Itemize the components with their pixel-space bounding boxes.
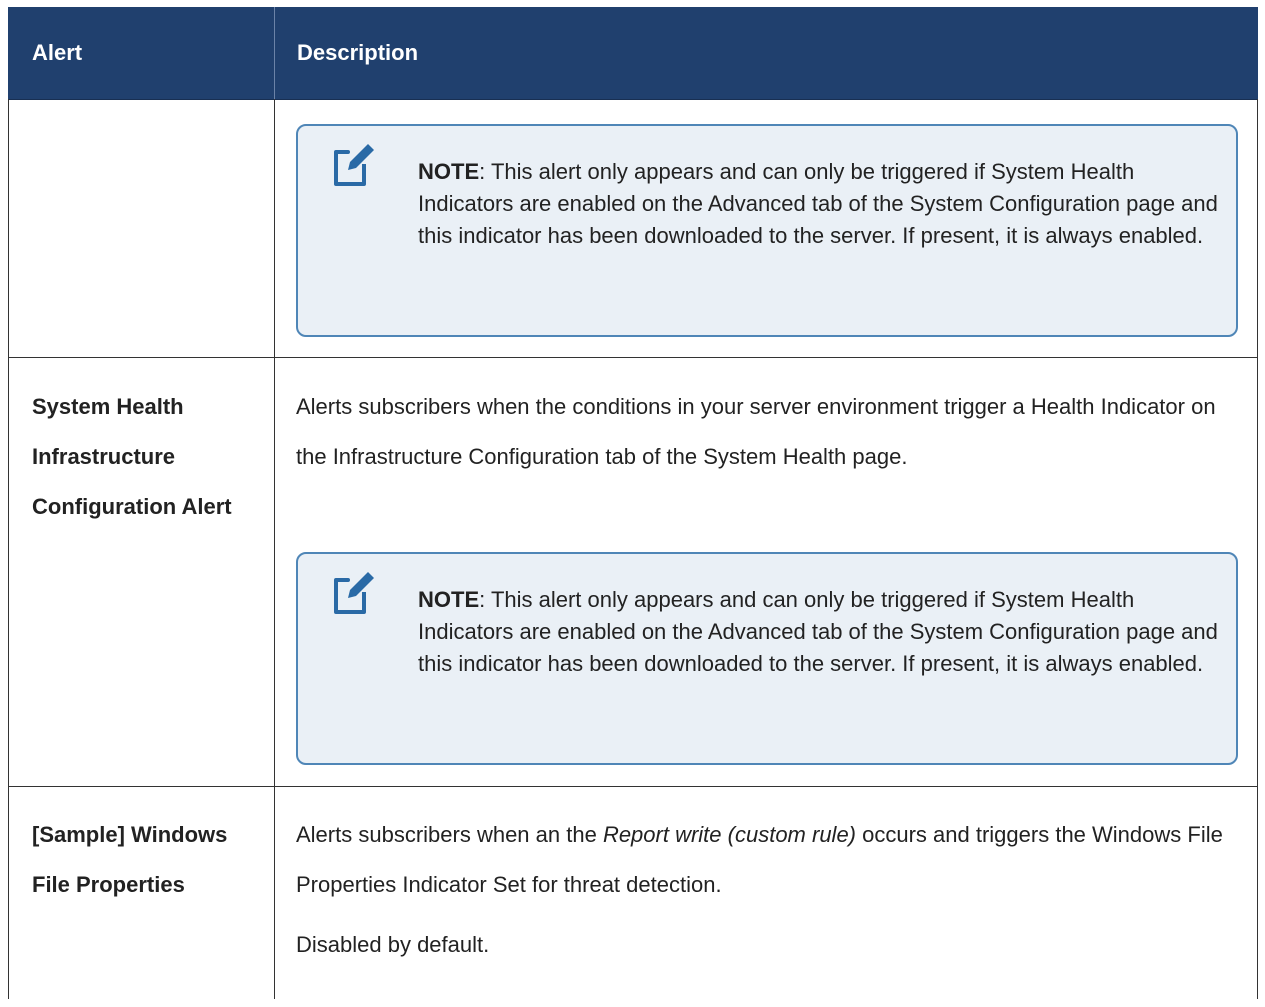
table-right-border	[1257, 99, 1258, 999]
alert-name: System Health Infrastructure Configurati…	[32, 394, 232, 519]
note-box: NOTE: This alert only appears and can on…	[296, 124, 1238, 337]
table-left-border	[8, 99, 9, 999]
alert-name: [Sample] Windows File Properties	[32, 822, 228, 897]
alert-description: Alerts subscribers when an the Report wr…	[296, 810, 1241, 910]
header-divider	[274, 7, 275, 99]
note-text: NOTE: This alert only appears and can on…	[418, 156, 1218, 252]
note-body: : This alert only appears and can only b…	[418, 159, 1218, 248]
table-header: Alert Description	[8, 7, 1258, 100]
row-divider	[8, 786, 1258, 787]
row-divider	[8, 357, 1258, 358]
alert-description: Alerts subscribers when the conditions i…	[296, 394, 1216, 469]
note-text: NOTE: This alert only appears and can on…	[418, 584, 1218, 680]
note-label: NOTE	[418, 159, 480, 184]
note-label: NOTE	[418, 587, 480, 612]
description-text: Alerts subscribers when an the	[296, 822, 603, 847]
note-body: : This alert only appears and can only b…	[418, 587, 1218, 676]
alert-default-state: Disabled by default.	[296, 932, 490, 957]
note-pencil-icon	[334, 144, 374, 186]
header-description: Description	[297, 40, 419, 65]
rule-name: Report write (custom rule)	[602, 822, 857, 847]
note-box: NOTE: This alert only appears and can on…	[296, 552, 1238, 765]
column-divider	[274, 99, 275, 999]
alerts-table: Alert Description NOTE: This alert only …	[8, 7, 1258, 1007]
header-alert: Alert	[32, 40, 83, 65]
note-pencil-icon	[334, 572, 374, 614]
